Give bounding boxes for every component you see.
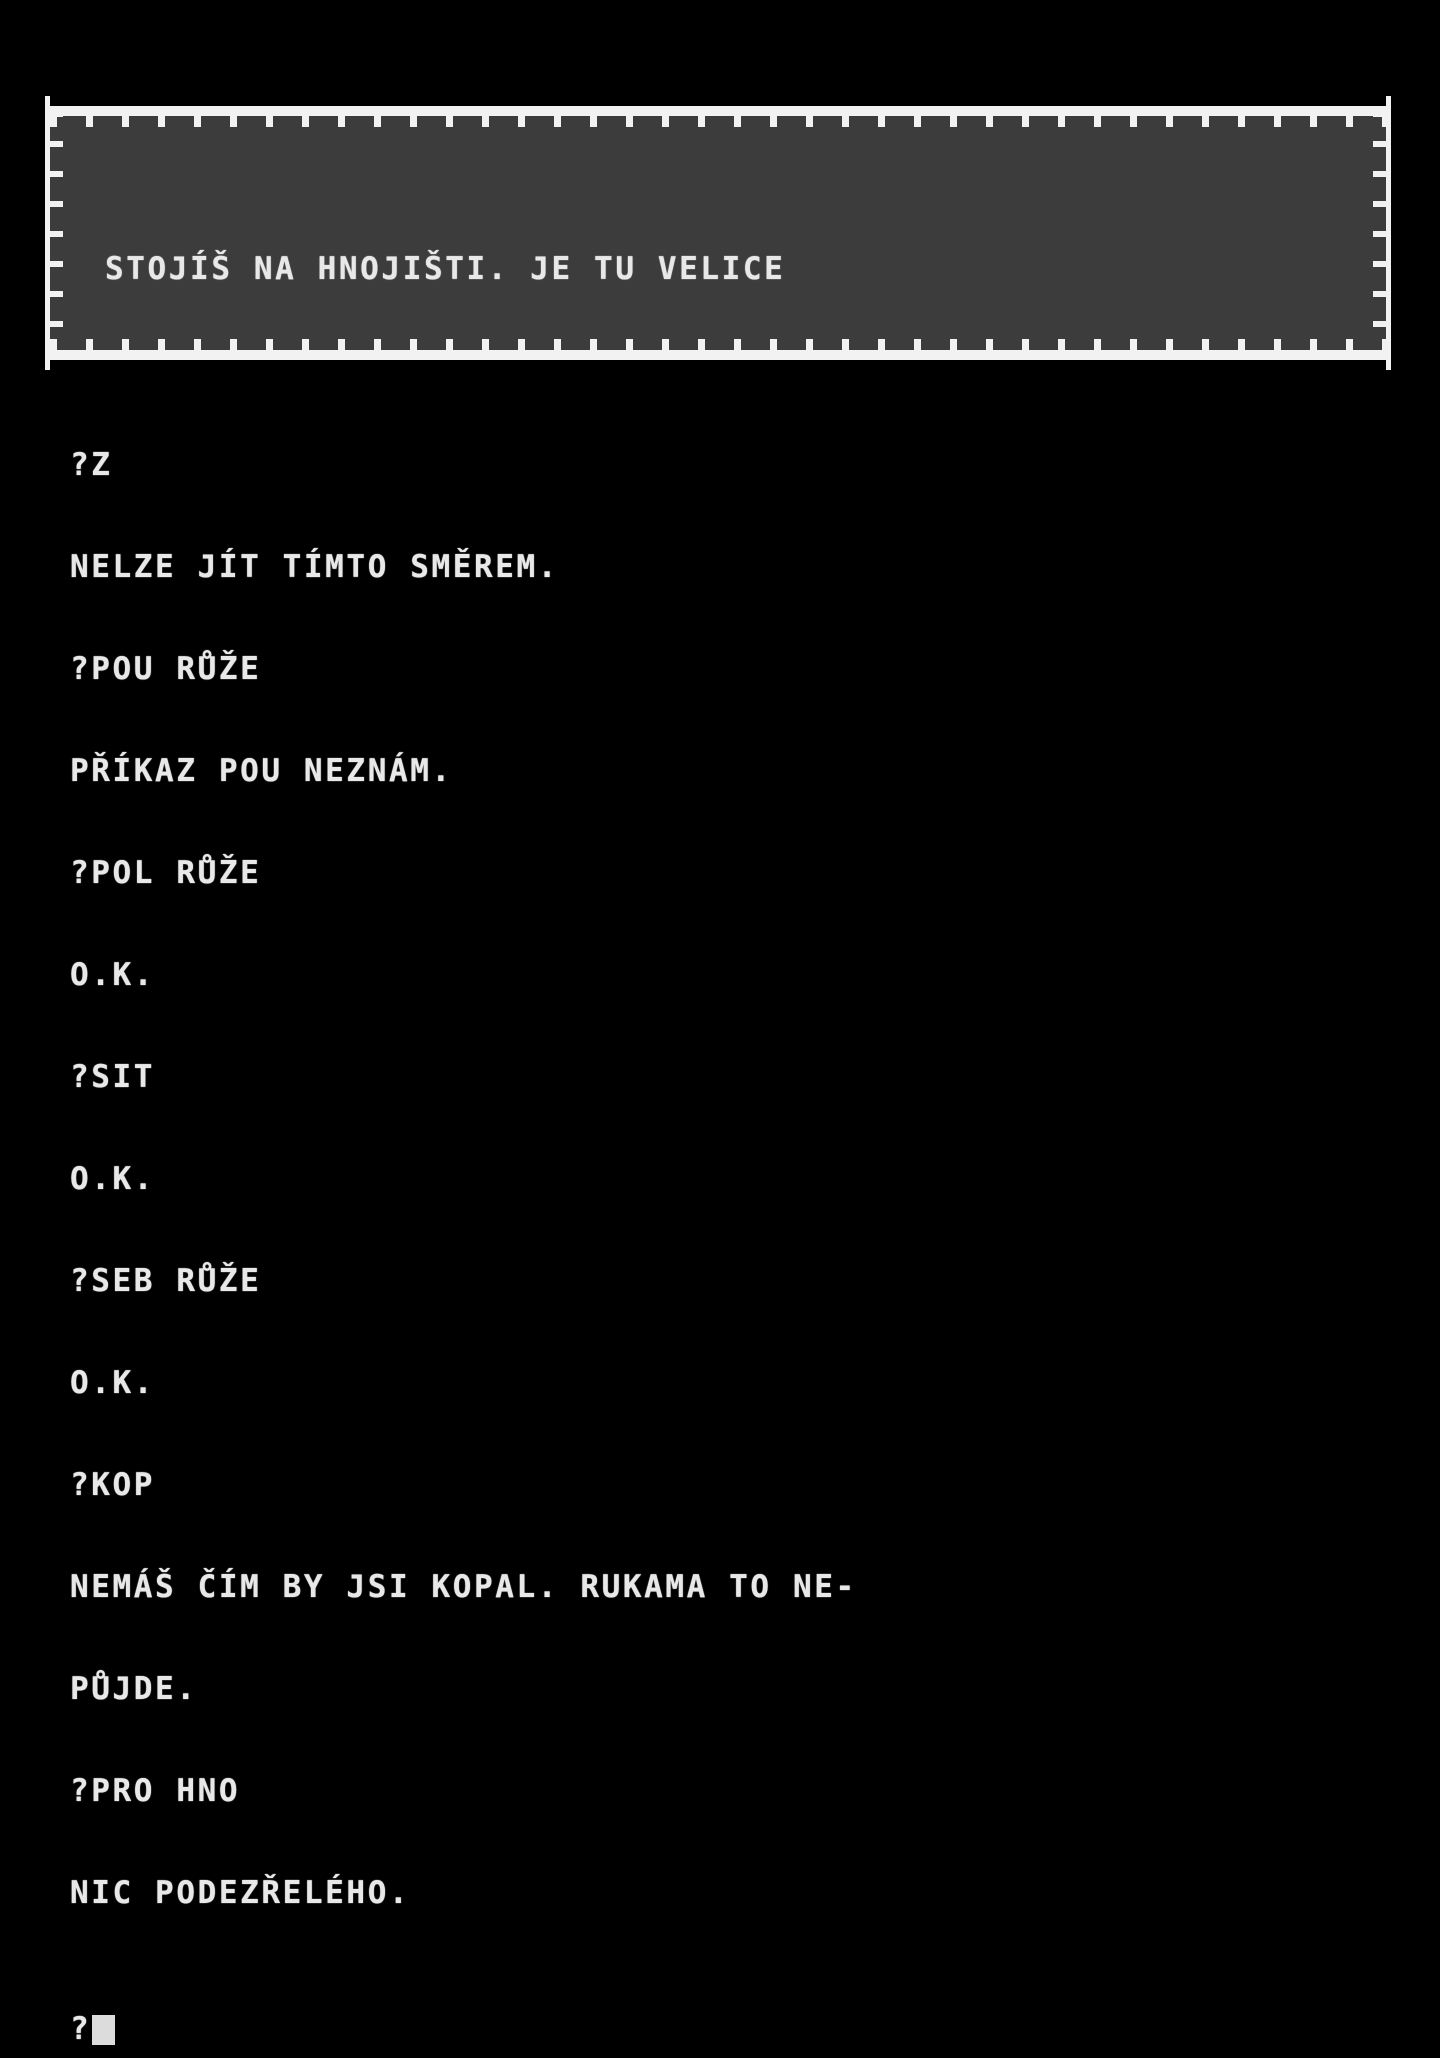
panel-outer-rule-bottom (45, 355, 1391, 360)
corner-marker-bottom-right-icon (1386, 344, 1391, 370)
transcript-line: ?KOP (70, 1467, 156, 1503)
panel-ruler-left-teeth (50, 111, 63, 355)
location-description-text: STOJÍŠ NA HNOJIŠTI. JE TU VELICE NEPŘÍJE… (105, 169, 1366, 355)
panel-ruler-top-teeth (50, 115, 1386, 127)
game-screen: STOJÍŠ NA HNOJIŠTI. JE TU VELICE NEPŘÍJE… (0, 0, 1440, 2046)
description-line: STOJÍŠ NA HNOJIŠTI. JE TU VELICE (105, 251, 786, 287)
transcript-line: O.K. (70, 1365, 156, 1401)
transcript-line: NELZE JÍT TÍMTO SMĚREM. (70, 549, 560, 585)
transcript-line: ?SEB RŮŽE (70, 1263, 262, 1299)
prompt-symbol: ? (70, 2011, 92, 2047)
transcript-line: ?POU RŮŽE (70, 651, 262, 687)
transcript-line: NIC PODEZŘELÉHO. (70, 1875, 411, 1911)
corner-marker-top-right-icon (1386, 96, 1391, 122)
status-panel: STOJÍŠ NA HNOJIŠTI. JE TU VELICE NEPŘÍJE… (45, 96, 1391, 370)
panel-ruler-right-teeth (1373, 111, 1386, 355)
panel-ruler-left (50, 111, 66, 355)
transcript-line: ?SIT (70, 1059, 156, 1095)
transcript-line: ?POL RŮŽE (70, 855, 262, 891)
panel-ruler-right (1370, 111, 1386, 355)
transcript-line: PŘÍKAZ POU NEZNÁM. (70, 753, 453, 789)
block-cursor-icon (92, 2015, 116, 2045)
transcript-line: O.K. (70, 1161, 156, 1197)
command-prompt[interactable]: ? (70, 2012, 1430, 2046)
command-transcript: ?Z NELZE JÍT TÍMTO SMĚREM. ?POU RŮŽE PŘÍ… (70, 380, 1430, 2058)
panel-ruler-top (50, 111, 1386, 127)
transcript-line: ?Z (70, 447, 113, 483)
transcript-line: NEMÁŠ ČÍM BY JSI KOPAL. RUKAMA TO NE- (70, 1569, 857, 1605)
transcript-line: PŮJDE. (70, 1671, 198, 1707)
panel-outer-rule-right (1386, 106, 1391, 360)
panel-interior: STOJÍŠ NA HNOJIŠTI. JE TU VELICE NEPŘÍJE… (50, 111, 1386, 355)
transcript-line: O.K. (70, 957, 156, 993)
transcript-line: ?PRO HNO (70, 1773, 241, 1809)
